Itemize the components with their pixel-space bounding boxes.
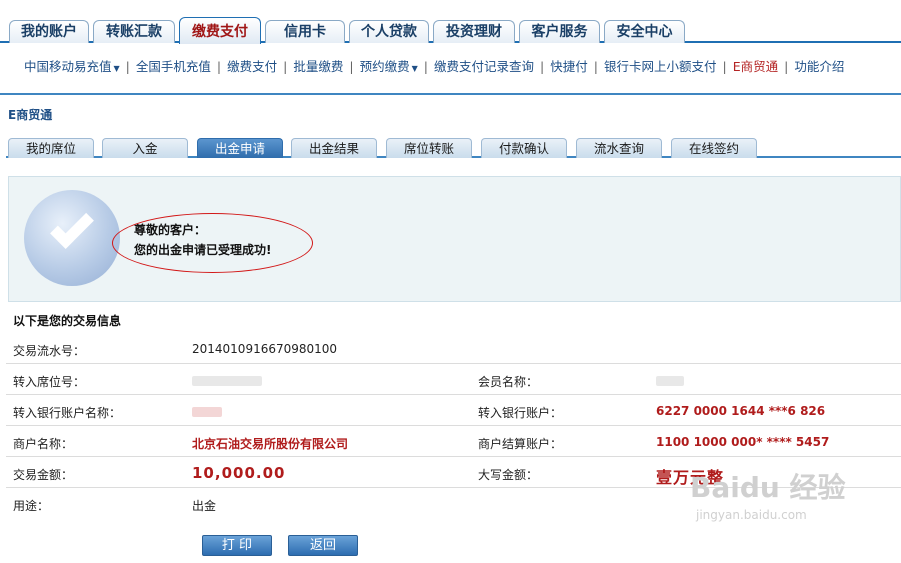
settle-account-value: 1100 1000 000* **** 5457 (656, 435, 830, 449)
dropdown-caret-icon: ▼ (411, 64, 418, 73)
tab-payment-confirm[interactable]: 付款确认 (481, 138, 567, 158)
subnav-phone-recharge[interactable]: 全国手机充值 (136, 59, 211, 74)
top-tab-credit-card[interactable]: 信用卡 (265, 20, 345, 43)
table-row: 交易流水号： 2014010916670980100 (6, 333, 901, 364)
table-row: 商户名称： 北京石油交易所股份有限公司 商户结算账户： 1100 1000 00… (6, 426, 901, 457)
serial-label: 交易流水号： (13, 344, 86, 358)
account-name-value-redacted (192, 404, 222, 418)
subnav-batch-payment[interactable]: 批量缴费 (293, 59, 343, 74)
top-tab-personal-loan[interactable]: 个人贷款 (349, 20, 429, 43)
success-check-icon (24, 190, 120, 286)
bank-account-label: 转入银行账户： (478, 406, 563, 420)
subnav-mobile-recharge[interactable]: 中国移动易充值 ▼ (24, 59, 120, 74)
tab-deposit[interactable]: 入金 (102, 138, 188, 158)
table-row: 转入席位号： 会员名称： (6, 364, 901, 395)
baidu-watermark: Baidu 经验 jingyan.baidu.com (690, 471, 846, 522)
serial-value: 2014010916670980100 (192, 342, 338, 356)
sub-nav: 中国移动易充值 ▼ | 全国手机充值 | 缴费支付 | 批量缴费 | 预约缴费 ▼ | 缴费支付记录查询… (0, 47, 901, 95)
subnav-feature-intro[interactable]: 功能介绍 (794, 59, 844, 74)
seat-value-redacted (192, 373, 262, 387)
tab-transaction-query[interactable]: 流水查询 (576, 138, 662, 158)
subnav-scheduled-payment[interactable]: 预约缴费 ▼ (360, 59, 418, 74)
purpose-label: 用途： (13, 499, 50, 513)
merchant-label: 商户名称： (13, 437, 74, 451)
success-panel: 尊敬的客户： 您的出金申请已受理成功! (8, 176, 901, 302)
merchant-value: 北京石油交易所股份有限公司 (192, 437, 349, 451)
top-tab-my-account[interactable]: 我的账户 (9, 20, 89, 43)
subnav-small-payment[interactable]: 银行卡网上小额支付 (604, 59, 717, 74)
top-tab-investment[interactable]: 投资理财 (433, 20, 515, 43)
amount-value: 10,000.00 (192, 464, 286, 482)
top-tab-security[interactable]: 安全中心 (604, 20, 685, 43)
table-row: 转入银行账户名称： 转入银行账户： 6227 0000 1644 ***6 82… (6, 395, 901, 426)
section-title: E商贸通 (8, 108, 53, 122)
info-heading: 以下是您的交易信息 (13, 314, 122, 328)
subnav-bill-payment[interactable]: 缴费支付 (227, 59, 277, 74)
top-tab-payment[interactable]: 缴费支付 (179, 17, 261, 44)
subnav-quick-pay[interactable]: 快捷付 (550, 59, 588, 74)
highlight-ellipse (112, 213, 313, 273)
tab-my-seat[interactable]: 我的席位 (8, 138, 94, 158)
tab-withdraw-result[interactable]: 出金结果 (291, 138, 377, 158)
amount-words-label: 大写金额： (478, 468, 539, 482)
back-button[interactable]: 返回 (288, 535, 358, 556)
member-value-redacted (656, 373, 684, 387)
tab-online-signing[interactable]: 在线签约 (671, 138, 757, 158)
inner-tabs: 我的席位 入金 出金申请 出金结果 席位转账 付款确认 流水查询 在线签约 (6, 136, 901, 158)
top-tab-transfer[interactable]: 转账汇款 (93, 20, 175, 43)
subnav-payment-records[interactable]: 缴费支付记录查询 (434, 59, 534, 74)
account-name-label: 转入银行账户名称： (13, 406, 122, 420)
seat-label: 转入席位号： (13, 375, 86, 389)
member-label: 会员名称： (478, 375, 539, 389)
tab-withdraw-request[interactable]: 出金申请 (197, 138, 283, 158)
bank-account-value: 6227 0000 1644 ***6 826 (656, 404, 826, 418)
top-nav: 我的账户 转账汇款 缴费支付 信用卡 个人贷款 投资理财 客户服务 安全中心 (0, 0, 901, 44)
dropdown-caret-icon: ▼ (113, 64, 120, 73)
tab-seat-transfer[interactable]: 席位转账 (386, 138, 472, 158)
amount-label: 交易金额： (13, 468, 74, 482)
print-button[interactable]: 打 印 (202, 535, 272, 556)
purpose-value: 出金 (192, 499, 217, 513)
top-tab-customer-service[interactable]: 客户服务 (519, 20, 600, 43)
settle-account-label: 商户结算账户： (478, 437, 563, 451)
subnav-e-commerce[interactable]: E商贸通 (733, 59, 778, 74)
